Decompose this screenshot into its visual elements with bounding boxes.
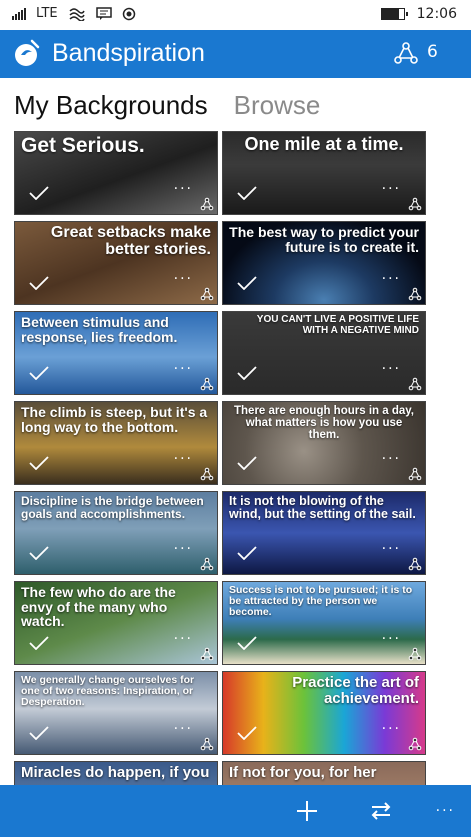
card-more-button[interactable]: ··· xyxy=(382,722,401,736)
record-icon xyxy=(122,7,135,20)
pivot-tabs: My Backgrounds Browse xyxy=(14,90,320,121)
background-card[interactable]: One mile at a time. ··· xyxy=(222,131,426,215)
card-more-button[interactable]: ··· xyxy=(174,362,193,376)
app-bar: Bandspiration 6 xyxy=(0,30,471,78)
background-quote: YOU CAN'T LIVE A POSITIVE LIFE WITH A NE… xyxy=(256,314,419,336)
share-network-icon[interactable] xyxy=(408,647,422,661)
checkmark-icon[interactable] xyxy=(29,546,49,560)
background-card[interactable]: Practice the art of achievement. ··· xyxy=(222,671,426,755)
checkmark-icon[interactable] xyxy=(29,456,49,470)
share-network-icon[interactable] xyxy=(408,287,422,301)
background-card[interactable]: Miracles do happen, if you xyxy=(14,761,218,785)
background-card[interactable]: Success is not to be pursued; it is to b… xyxy=(222,581,426,665)
add-icon[interactable] xyxy=(294,798,320,824)
tab-my-backgrounds[interactable]: My Backgrounds xyxy=(14,90,208,121)
share-network-icon[interactable] xyxy=(200,377,214,391)
background-quote: Between stimulus and response, lies free… xyxy=(21,314,178,345)
checkmark-icon[interactable] xyxy=(237,276,257,290)
background-card[interactable]: YOU CAN'T LIVE A POSITIVE LIFE WITH A NE… xyxy=(222,311,426,395)
background-card[interactable]: Between stimulus and response, lies free… xyxy=(14,311,218,395)
more-options-button[interactable]: ··· xyxy=(436,803,455,819)
background-quote: One mile at a time. xyxy=(244,134,404,154)
background-card[interactable]: The best way to predict your future is t… xyxy=(222,221,426,305)
backgrounds-grid: Get Serious. ··· One mile at a time. ··· Gre… xyxy=(14,131,430,785)
background-quote: Success is not to be pursued; it is to b… xyxy=(229,584,413,619)
checkmark-icon[interactable] xyxy=(237,726,257,740)
checkmark-icon[interactable] xyxy=(29,366,49,380)
card-more-button[interactable]: ··· xyxy=(174,452,193,466)
background-card[interactable]: If not for you, for her xyxy=(222,761,426,785)
share-network-icon[interactable] xyxy=(200,647,214,661)
background-quote: The best way to predict your future is t… xyxy=(229,224,419,255)
network-label: LTE xyxy=(36,6,58,21)
card-more-button[interactable]: ··· xyxy=(382,452,401,466)
tab-browse[interactable]: Browse xyxy=(234,90,321,121)
checkmark-icon[interactable] xyxy=(29,276,49,290)
background-card[interactable]: There are enough hours in a day, what ma… xyxy=(222,401,426,485)
shared-count: 6 xyxy=(427,42,438,62)
background-card[interactable]: Great setbacks make better stories. ··· xyxy=(14,221,218,305)
command-bar: ··· xyxy=(0,785,471,837)
background-card[interactable]: Discipline is the bridge between goals a… xyxy=(14,491,218,575)
share-network-icon[interactable] xyxy=(408,377,422,391)
background-quote: The climb is steep, but it's a long way … xyxy=(21,404,208,435)
background-card[interactable]: The few who do are the envy of the many … xyxy=(14,581,218,665)
background-card[interactable]: The climb is steep, but it's a long way … xyxy=(14,401,218,485)
background-quote: Discipline is the bridge between goals a… xyxy=(21,494,204,521)
signal-icon xyxy=(12,7,26,20)
share-network-icon[interactable] xyxy=(408,197,422,211)
checkmark-icon[interactable] xyxy=(29,726,49,740)
checkmark-icon[interactable] xyxy=(237,546,257,560)
background-quote: We generally change ourselves for one of… xyxy=(21,674,195,709)
message-icon xyxy=(95,6,112,20)
background-quote: Practice the art of achievement. xyxy=(292,674,419,707)
card-more-button[interactable]: ··· xyxy=(382,362,401,376)
card-more-button[interactable]: ··· xyxy=(382,272,401,286)
background-quote: There are enough hours in a day, what ma… xyxy=(234,405,414,442)
background-card[interactable]: It is not the blowing of the wind, but t… xyxy=(222,491,426,575)
background-card[interactable]: Get Serious. ··· xyxy=(14,131,218,215)
card-more-button[interactable]: ··· xyxy=(174,182,193,196)
checkmark-icon[interactable] xyxy=(29,636,49,650)
share-network-icon[interactable] xyxy=(200,287,214,301)
share-network-icon[interactable] xyxy=(200,737,214,751)
background-quote: Get Serious. xyxy=(21,134,145,157)
card-more-button[interactable]: ··· xyxy=(174,272,193,286)
share-network-icon[interactable] xyxy=(200,197,214,211)
card-more-button[interactable]: ··· xyxy=(382,542,401,556)
card-more-button[interactable]: ··· xyxy=(174,632,193,646)
card-more-button[interactable]: ··· xyxy=(174,722,193,736)
bandspiration-logo-icon xyxy=(15,39,40,66)
share-network-icon[interactable] xyxy=(200,467,214,481)
background-quote: Miracles do happen, if you xyxy=(21,764,210,781)
shared-button[interactable] xyxy=(393,42,419,70)
battery-icon xyxy=(380,8,408,20)
app-title: Bandspiration xyxy=(52,39,205,67)
checkmark-icon[interactable] xyxy=(237,186,257,200)
share-network-icon[interactable] xyxy=(200,557,214,571)
share-network-icon[interactable] xyxy=(408,737,422,751)
background-quote: If not for you, for her xyxy=(229,764,377,781)
background-quote: Great setbacks make better stories. xyxy=(50,224,211,258)
share-network-icon[interactable] xyxy=(408,467,422,481)
swap-icon[interactable] xyxy=(368,798,394,824)
background-card[interactable]: We generally change ourselves for one of… xyxy=(14,671,218,755)
background-quote: It is not the blowing of the wind, but t… xyxy=(229,494,416,522)
share-network-icon xyxy=(394,42,418,64)
checkmark-icon[interactable] xyxy=(237,366,257,380)
background-quote: The few who do are the envy of the many … xyxy=(21,584,176,630)
checkmark-icon[interactable] xyxy=(237,456,257,470)
card-more-button[interactable]: ··· xyxy=(382,182,401,196)
wifi-icon xyxy=(69,7,85,21)
clock: 12:06 xyxy=(416,6,457,22)
card-more-button[interactable]: ··· xyxy=(382,632,401,646)
card-more-button[interactable]: ··· xyxy=(174,542,193,556)
share-network-icon[interactable] xyxy=(408,557,422,571)
checkmark-icon[interactable] xyxy=(237,636,257,650)
checkmark-icon[interactable] xyxy=(29,186,49,200)
status-bar: LTE 12:06 xyxy=(0,0,471,30)
